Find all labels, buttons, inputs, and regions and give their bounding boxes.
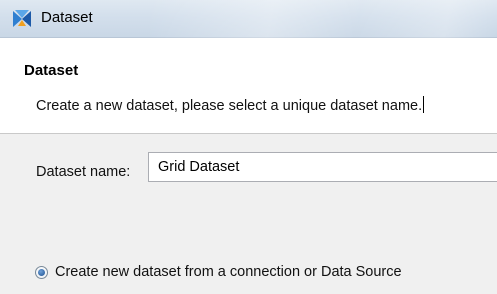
title-bar[interactable]: Dataset <box>0 0 497 38</box>
page-description: Create a new dataset, please select a un… <box>36 96 425 114</box>
dataset-dialog: Dataset Dataset Create a new dataset, pl… <box>0 0 497 294</box>
title-bar-glass <box>150 0 497 38</box>
dataset-name-field[interactable] <box>148 152 497 182</box>
create-from-connection-option[interactable]: Create new dataset from a connection or … <box>35 264 402 280</box>
create-from-connection-radio[interactable] <box>35 265 48 279</box>
window-title: Dataset <box>41 9 93 26</box>
radio-selected-dot <box>38 268 45 276</box>
create-from-connection-label: Create new dataset from a connection or … <box>55 264 402 280</box>
wizard-body: Dataset name: Create new dataset from a … <box>0 134 497 294</box>
page-title: Dataset <box>24 62 79 79</box>
dataset-name-label: Dataset name: <box>36 164 131 180</box>
wizard-header: Dataset Create a new dataset, please sel… <box>0 38 497 134</box>
text-cursor <box>423 96 425 113</box>
dataset-wizard-icon <box>13 10 31 27</box>
page-description-text: Create a new dataset, please select a un… <box>36 98 423 114</box>
